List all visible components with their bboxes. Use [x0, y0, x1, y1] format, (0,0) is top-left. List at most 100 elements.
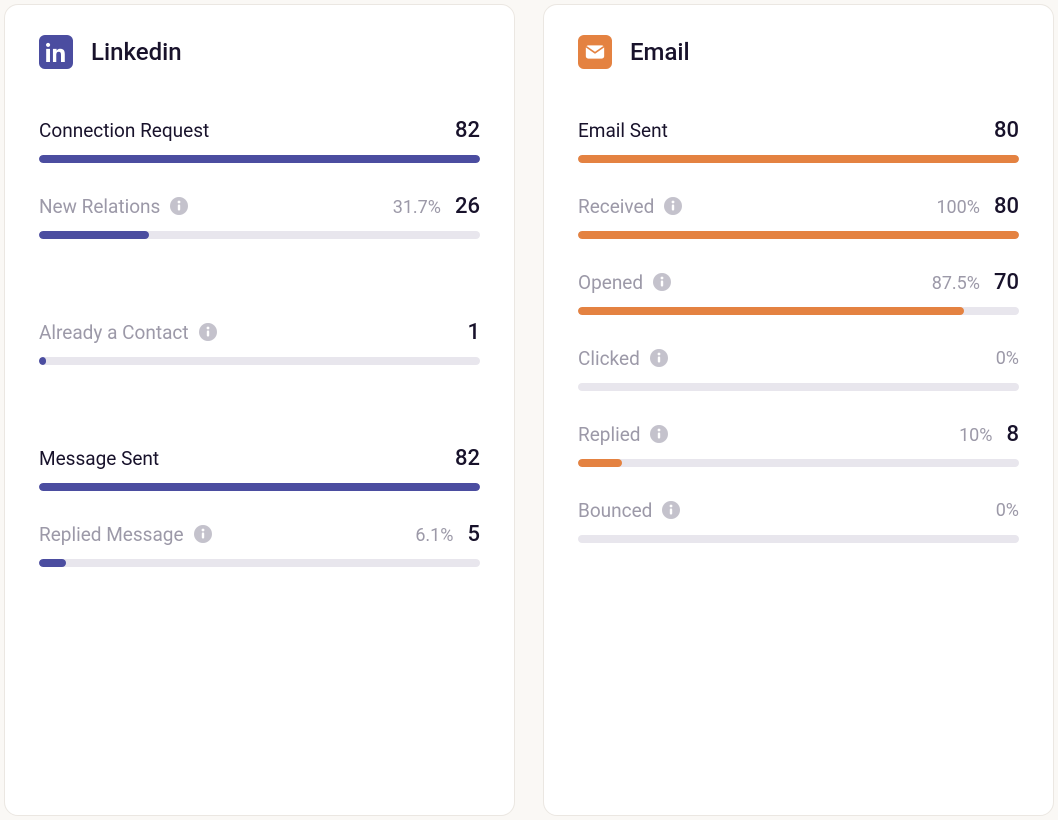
metric-header: Message Sent 82 — [39, 445, 480, 471]
metric-label-wrap: Message Sent — [39, 447, 159, 470]
metric-header: New Relations31.7%26 — [39, 193, 480, 219]
metric-count: 70 — [994, 270, 1019, 295]
metric-values: 82 — [455, 118, 480, 143]
metric-header: Clicked 0% — [578, 345, 1019, 371]
metric-count: 5 — [467, 522, 480, 547]
metric-label-wrap: Email Sent — [578, 119, 668, 142]
metric-percent: 0% — [996, 500, 1019, 521]
metric-label: New Relations — [39, 195, 160, 218]
metric-count: 8 — [1006, 422, 1019, 447]
metric-row: Email Sent 80 — [578, 117, 1019, 163]
progress-fill — [39, 483, 480, 491]
linkedin-metrics: Connection Request82New Relations31.7%26… — [39, 117, 480, 597]
progress-track — [39, 231, 480, 239]
info-icon[interactable] — [199, 323, 217, 341]
metric-count: 1 — [467, 320, 480, 345]
metric-values: 10% 8 — [959, 422, 1019, 447]
metric-percent: 10% — [959, 425, 992, 446]
progress-track — [578, 155, 1019, 163]
info-icon[interactable] — [662, 501, 680, 519]
progress-fill — [578, 307, 964, 315]
metric-label: Received — [578, 195, 654, 218]
metric-label: Email Sent — [578, 119, 668, 142]
progress-track — [578, 231, 1019, 239]
progress-track — [39, 357, 480, 365]
metric-values: 80 — [994, 118, 1019, 143]
metric-label-wrap: Clicked — [578, 347, 668, 370]
metric-header: Received 100% 80 — [578, 193, 1019, 219]
email-card: Email Email Sent80Received100%80Opened87… — [543, 4, 1054, 816]
metric-values: 87.5% 70 — [932, 270, 1019, 295]
metric-header: Replied 10% 8 — [578, 421, 1019, 447]
progress-track — [39, 559, 480, 567]
info-icon[interactable] — [194, 525, 212, 543]
linkedin-card-title: Linkedin — [91, 38, 182, 66]
metric-values: 1 — [467, 320, 480, 345]
progress-track — [578, 307, 1019, 315]
metric-header: Already a Contact 1 — [39, 319, 480, 345]
metric-label-wrap: Bounced — [578, 499, 680, 522]
progress-fill — [578, 231, 1019, 239]
progress-fill — [39, 231, 149, 239]
metric-row: Connection Request 82 — [39, 117, 480, 163]
section-gap — [39, 269, 480, 319]
metric-label-wrap: Received — [578, 195, 682, 218]
metric-row: Clicked 0% — [578, 345, 1019, 391]
linkedin-icon — [39, 35, 73, 69]
metric-row: Already a Contact 1 — [39, 319, 480, 365]
progress-track — [578, 383, 1019, 391]
metric-count: 82 — [455, 118, 480, 143]
metric-values: 82 — [455, 446, 480, 471]
metric-row: New Relations31.7%26 — [39, 193, 480, 239]
metric-header: Email Sent 80 — [578, 117, 1019, 143]
metric-percent: 0% — [996, 348, 1019, 369]
progress-fill — [39, 559, 66, 567]
metric-header: Connection Request 82 — [39, 117, 480, 143]
metric-count: 80 — [994, 118, 1019, 143]
metric-header: Replied Message 6.1% 5 — [39, 521, 480, 547]
linkedin-card: Linkedin Connection Request 82 New Relatio… — [4, 4, 515, 816]
metric-values: 100% 80 — [936, 194, 1019, 219]
metric-values: 6.1% 5 — [415, 522, 480, 547]
metric-label: Replied — [578, 423, 640, 446]
metric-header: Bounced 0% — [578, 497, 1019, 523]
progress-track — [39, 483, 480, 491]
metric-row: Replied Message 6.1% 5 — [39, 521, 480, 567]
metric-label: Message Sent — [39, 447, 159, 470]
progress-fill — [578, 155, 1019, 163]
metric-label: Connection Request — [39, 119, 209, 142]
metric-percent: 31.7% — [393, 197, 441, 218]
metric-count: 80 — [994, 194, 1019, 219]
metric-header: Opened 87.5% 70 — [578, 269, 1019, 295]
metric-percent: 6.1% — [415, 525, 453, 546]
progress-fill — [39, 155, 480, 163]
info-icon[interactable] — [664, 197, 682, 215]
info-icon[interactable] — [650, 425, 668, 443]
metric-row: Replied 10% 8 — [578, 421, 1019, 467]
metric-label-wrap: Connection Request — [39, 119, 209, 142]
progress-track — [578, 535, 1019, 543]
metric-percent: 100% — [936, 197, 980, 218]
metric-row: Bounced 0% — [578, 497, 1019, 543]
metric-label-wrap: Opened — [578, 271, 671, 294]
metric-label: Already a Contact — [39, 321, 189, 344]
progress-fill — [39, 357, 46, 365]
metric-values: 0% — [996, 500, 1019, 521]
progress-track — [578, 459, 1019, 467]
metric-label: Opened — [578, 271, 643, 294]
info-icon[interactable] — [170, 197, 188, 215]
metric-label-wrap: New Relations — [39, 195, 188, 218]
metric-label-wrap: Replied Message — [39, 523, 212, 546]
email-icon — [578, 35, 612, 69]
progress-track — [39, 155, 480, 163]
metric-label: Clicked — [578, 347, 640, 370]
metric-row: Received 100% 80 — [578, 193, 1019, 239]
info-icon[interactable] — [650, 349, 668, 367]
metric-row: Message Sent 82 — [39, 445, 480, 491]
metric-row: Opened 87.5% 70 — [578, 269, 1019, 315]
metric-label: Bounced — [578, 499, 652, 522]
info-icon[interactable] — [653, 273, 671, 291]
metric-percent: 87.5% — [932, 273, 980, 294]
metric-label: Replied Message — [39, 523, 184, 546]
progress-fill — [578, 459, 622, 467]
